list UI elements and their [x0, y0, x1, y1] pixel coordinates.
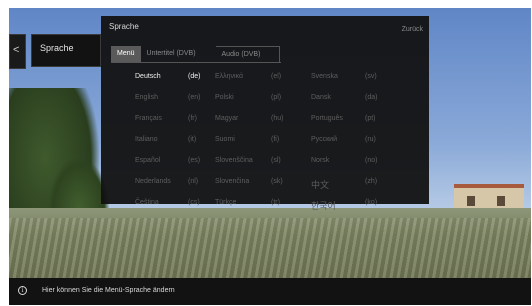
language-option[interactable]: Slovenščina (sl)	[215, 157, 281, 164]
language-option[interactable]: English (en)	[135, 94, 200, 101]
language-code: (it)	[188, 136, 197, 143]
language-name: Türkçe	[215, 199, 237, 206]
language-option[interactable]: Magyar (hu)	[215, 115, 283, 122]
language-code: (da)	[365, 94, 378, 101]
language-option[interactable]: Svenska (sv)	[311, 73, 377, 80]
background-hedge-texture	[9, 218, 531, 278]
language-name: 中文	[311, 180, 330, 190]
language-option[interactable]: Čeština (cs)	[135, 199, 200, 206]
language-code: (fi)	[271, 136, 280, 143]
language-name: 한국어	[311, 201, 336, 211]
breadcrumb-label: Sprache	[40, 43, 74, 53]
info-bar: i Hier können Sie die Menü-Sprache änder…	[9, 278, 531, 305]
tab-audio-dvb[interactable]: Audio (DVB)	[215, 46, 280, 62]
language-option[interactable]: Ελληνικά (el)	[215, 73, 281, 80]
language-code: (cs)	[188, 199, 200, 206]
language-code: (zh)	[365, 178, 378, 185]
language-name: Français	[135, 115, 162, 122]
language-name: Deutsch	[135, 73, 161, 80]
back-button[interactable]: Zurück	[402, 26, 423, 33]
language-option[interactable]: Slovenčina (sk)	[215, 178, 283, 185]
language-name: Čeština	[135, 199, 159, 206]
chevron-left-icon: <	[13, 44, 20, 56]
language-name: Suomi	[215, 136, 235, 143]
language-code: (sk)	[271, 178, 283, 185]
breadcrumb-item-sprache[interactable]: Sprache	[31, 34, 101, 67]
language-option[interactable]: Türkçe (tr)	[215, 199, 280, 206]
language-option[interactable]: Deutsch (de)	[135, 73, 200, 80]
language-option[interactable]: Norsk (no)	[311, 157, 377, 164]
language-option[interactable]: Nederlands (nl)	[135, 178, 198, 185]
language-code: (es)	[188, 157, 201, 164]
language-code: (fr)	[188, 115, 197, 122]
language-dialog: Sprache Zurück Menü Untertitel (DVB) Aud…	[101, 16, 429, 211]
language-code: (no)	[365, 157, 378, 164]
background-house-window	[467, 196, 475, 206]
back-tab[interactable]: <	[9, 34, 26, 69]
language-name: English	[135, 94, 158, 101]
language-name: Español	[135, 157, 161, 164]
tab-menu[interactable]: Menü	[111, 46, 141, 62]
language-name: Polski	[215, 94, 234, 101]
language-name: Nederlands	[135, 178, 171, 185]
language-code: (hu)	[271, 115, 284, 122]
language-name: Italiano	[135, 136, 158, 143]
language-name: Ελληνικά	[215, 73, 244, 80]
language-option[interactable]: Français (fr)	[135, 115, 197, 122]
language-option[interactable]: Dansk (da)	[311, 94, 377, 101]
tab-subtitles-dvb[interactable]: Untertitel (DVB)	[141, 46, 216, 62]
language-option[interactable]: Suomi (fi)	[215, 136, 279, 143]
info-text: Hier können Sie die Menü-Sprache ändern	[42, 287, 175, 294]
language-code: (ru)	[365, 136, 376, 143]
dialog-title: Sprache	[109, 22, 139, 31]
language-option[interactable]: Polski (pl)	[215, 94, 281, 101]
language-option[interactable]: Italiano (it)	[135, 136, 196, 143]
tv-screen: < Sprache Sprache Zurück Menü Untertitel…	[9, 8, 531, 305]
language-code: (de)	[188, 73, 201, 80]
language-option[interactable]: Русский (ru)	[311, 136, 376, 143]
language-code: (nl)	[188, 178, 199, 185]
language-option[interactable]: 한국어 (ko)	[311, 199, 377, 212]
language-code: (pt)	[365, 115, 376, 122]
language-name: Svenska	[311, 73, 338, 80]
language-name: Slovenščina	[215, 157, 253, 164]
language-name: Português	[311, 115, 343, 122]
background-house-window	[497, 196, 505, 206]
language-code: (tr)	[271, 199, 280, 206]
language-option[interactable]: Español (es)	[135, 157, 200, 164]
language-name: Norsk	[311, 157, 330, 164]
language-option[interactable]: 中文 (zh)	[311, 178, 377, 191]
language-code: (ko)	[365, 199, 378, 206]
language-name: Slovenčina	[215, 178, 250, 185]
language-name: Magyar	[215, 115, 239, 122]
language-code: (sv)	[365, 73, 377, 80]
language-code: (sl)	[271, 157, 281, 164]
language-code: (en)	[188, 94, 201, 101]
info-icon: i	[18, 286, 27, 295]
tab-bar: Menü Untertitel (DVB) Audio (DVB)	[111, 46, 280, 62]
language-option[interactable]: Português (pt)	[311, 115, 376, 122]
language-code: (pl)	[271, 94, 282, 101]
language-code: (el)	[271, 73, 282, 80]
tab-divider	[111, 62, 281, 63]
language-name: Dansk	[311, 94, 331, 101]
language-name: Русский	[311, 136, 337, 143]
